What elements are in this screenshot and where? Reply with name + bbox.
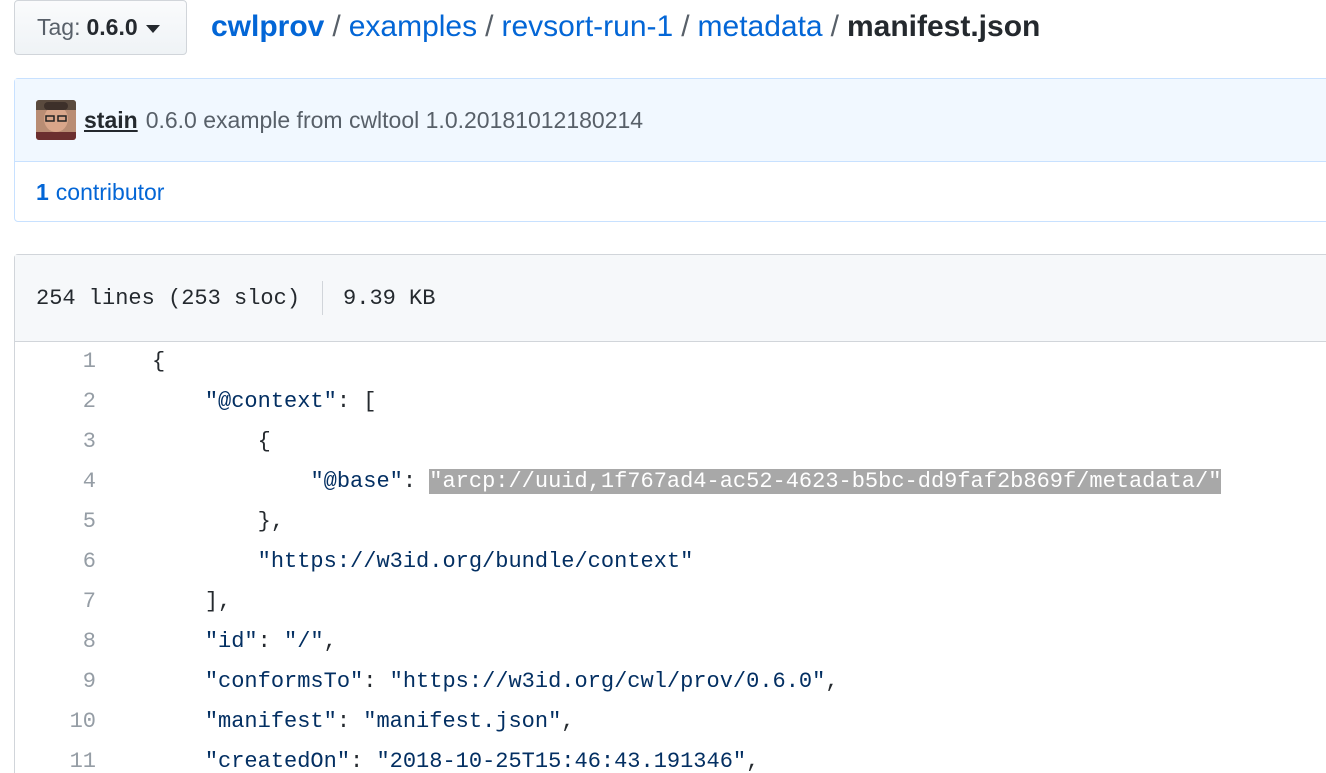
code-punctuation: },	[257, 509, 285, 534]
contributors-label: contributor	[55, 179, 165, 205]
file-view-page: Tag: 0.6.0 cwlprov / examples / revsort-run-…	[0, 0, 1326, 773]
file-header: 254 lines (253 sloc) 9.39 KB	[15, 255, 1326, 342]
code-string: "/"	[284, 629, 324, 654]
code-punctuation: ,	[825, 669, 839, 694]
breadcrumb-metadata-link[interactable]: metadata	[698, 10, 823, 43]
file-size: 9.39 KB	[343, 285, 436, 311]
code-string: "https://w3id.org/cwl/prov/0.6.0"	[389, 669, 826, 694]
code-view: 1{2 "@context": [3 {4 "@base": "arcp://u…	[15, 342, 1326, 773]
line-number[interactable]: 10	[15, 702, 96, 742]
code-line: 11 "createdOn": "2018-10-25T15:46:43.191…	[15, 742, 1326, 773]
breadcrumb: cwlprov / examples / revsort-run-1/metadata /…	[211, 8, 1040, 46]
code-line: 10 "manifest": "manifest.json",	[15, 702, 1326, 742]
line-number[interactable]: 5	[15, 502, 96, 542]
line-code: "createdOn": "2018-10-25T15:46:43.191346…	[96, 742, 760, 773]
caret-down-icon	[145, 25, 160, 33]
line-number[interactable]: 4	[15, 462, 96, 502]
code-punctuation: : [	[336, 389, 377, 414]
breadcrumb-separator: /	[332, 10, 341, 43]
code-punctuation: :	[402, 469, 430, 494]
line-code: "manifest": "manifest.json",	[96, 702, 575, 742]
code-punctuation: :	[350, 749, 377, 773]
code-string: "https://w3id.org/bundle/context"	[257, 549, 694, 574]
code-string: "2018-10-25T15:46:43.191346"	[376, 749, 747, 773]
breadcrumb-separator: /	[830, 10, 839, 43]
line-number[interactable]: 7	[15, 582, 96, 622]
commit-author-link[interactable]: stain	[84, 107, 138, 134]
code-line: 6 "https://w3id.org/bundle/context"	[15, 542, 1326, 582]
tag-selector-value: 0.6.0	[86, 14, 138, 40]
tag-selector-button[interactable]: Tag: 0.6.0	[14, 0, 187, 55]
contributors-count: 1	[36, 179, 49, 205]
breadcrumb-separator: /	[485, 10, 494, 43]
code-punctuation: :	[336, 709, 364, 734]
commit-message-link[interactable]: 0.6.0 example from cwltool 1.0.201810121…	[146, 107, 643, 134]
line-number[interactable]: 3	[15, 422, 96, 462]
breadcrumb-examples-link[interactable]: examples	[349, 10, 477, 43]
code-string-highlighted: "arcp://uuid,1f767ad4-ac52-4623-b5bc-dd9…	[429, 469, 1222, 494]
line-code: "https://w3id.org/bundle/context"	[96, 542, 694, 582]
code-line: 4 "@base": "arcp://uuid,1f767ad4-ac52-46…	[15, 462, 1326, 502]
code-line: 1{	[15, 342, 1326, 382]
line-number[interactable]: 1	[15, 342, 96, 382]
file-box: 254 lines (253 sloc) 9.39 KB 1{2 "@conte…	[14, 254, 1326, 773]
line-number[interactable]: 2	[15, 382, 96, 422]
code-string: "createdOn"	[204, 749, 351, 773]
line-code: },	[96, 502, 284, 542]
code-punctuation: {	[152, 349, 166, 374]
breadcrumb-revsort-link[interactable]: revsort-run-1	[501, 10, 673, 43]
code-line: 5 },	[15, 502, 1326, 542]
code-punctuation: :	[363, 669, 390, 694]
code-string: "manifest"	[204, 709, 337, 734]
commit-box: stain 0.6.0 example from cwltool 1.0.201…	[14, 78, 1326, 222]
line-code: "id": "/",	[96, 622, 337, 662]
line-code: "conformsTo": "https://w3id.org/cwl/prov…	[96, 662, 839, 702]
breadcrumb-current-file: manifest.json	[846, 10, 1041, 43]
code-string: "conformsTo"	[204, 669, 364, 694]
code-punctuation: ,	[561, 709, 575, 734]
file-line-count: 254 lines (253 sloc)	[36, 285, 301, 311]
contributors-link[interactable]: 1 contributor	[15, 162, 1326, 223]
code-line: 7 ],	[15, 582, 1326, 622]
code-string: "manifest.json"	[363, 709, 562, 734]
code-punctuation: :	[257, 629, 285, 654]
code-line: 9 "conformsTo": "https://w3id.org/cwl/pr…	[15, 662, 1326, 702]
line-code: "@context": [	[96, 382, 377, 422]
code-string: "@base"	[310, 469, 403, 494]
code-line: 8 "id": "/",	[15, 622, 1326, 662]
line-number[interactable]: 9	[15, 662, 96, 702]
code-punctuation: ],	[204, 589, 232, 614]
line-code: "@base": "arcp://uuid,1f767ad4-ac52-4623…	[96, 462, 1222, 502]
line-number[interactable]: 6	[15, 542, 96, 582]
tag-selector-label: Tag:	[37, 14, 81, 40]
avatar[interactable]	[36, 100, 76, 140]
commit-tease: stain 0.6.0 example from cwltool 1.0.201…	[15, 79, 1326, 162]
code-line: 2 "@context": [	[15, 382, 1326, 422]
line-code: {	[96, 342, 165, 382]
code-string: "@context"	[204, 389, 337, 414]
breadcrumb-repo-link[interactable]: cwlprov	[211, 10, 324, 43]
code-punctuation: ,	[323, 629, 337, 654]
code-punctuation: {	[257, 429, 271, 454]
line-code: ],	[96, 582, 231, 622]
code-line: 3 {	[15, 422, 1326, 462]
line-code: {	[96, 422, 271, 462]
code-punctuation: ,	[746, 749, 760, 773]
file-info-divider	[322, 281, 324, 315]
breadcrumb-separator: /	[681, 10, 690, 43]
line-number[interactable]: 8	[15, 622, 96, 662]
line-number[interactable]: 11	[15, 742, 96, 773]
code-string: "id"	[204, 629, 258, 654]
